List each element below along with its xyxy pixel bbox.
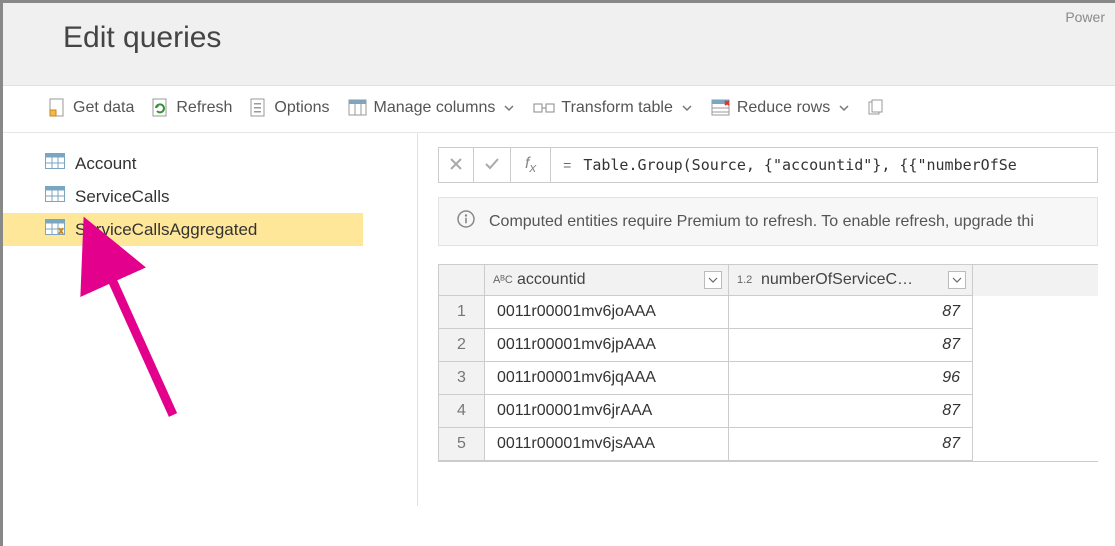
query-label: Account [75,154,136,174]
reduce-rows-icon [711,99,731,117]
cell-value[interactable]: 87 [729,329,973,362]
table-row[interactable]: 5 0011r00001mv6jsAAA 87 [439,428,1098,461]
column-header-accountid[interactable]: AᴮC accountid [485,265,729,296]
query-item-servicecallsaggregated[interactable]: ServiceCallsAggregated [3,213,363,246]
column-header-numberofservicec[interactable]: 1.2 numberOfServiceC… [729,265,973,296]
table-row[interactable]: 4 0011r00001mv6jrAAA 87 [439,395,1098,428]
main-split: Account ServiceCalls ServiceCallsAggrega… [3,133,1115,506]
column-filter-button[interactable] [948,271,966,289]
text-type-icon: AᴮC [493,275,511,285]
cell-accountid[interactable]: 0011r00001mv6jrAAA [485,395,729,428]
table-row[interactable]: 1 0011r00001mv6joAAA 87 [439,296,1098,329]
table-header-row: AᴮC accountid 1.2 numberOfServiceC… [439,265,1098,296]
query-item-servicecalls[interactable]: ServiceCalls [3,180,417,213]
content-pane: fx = Table.Group(Source, {"accountid"}, … [418,133,1115,506]
number-type-icon: 1.2 [737,275,755,285]
manage-columns-label: Manage columns [374,99,496,117]
row-number: 4 [439,395,485,428]
transform-table-button[interactable]: Transform table [527,95,704,121]
fx-icon: fx [525,155,536,175]
chevron-down-icon [681,102,693,114]
cell-value[interactable]: 87 [729,428,973,461]
info-text: Computed entities require Premium to ref… [489,213,1034,231]
page-title: Edit queries [63,21,1115,55]
cell-value[interactable]: 87 [729,395,973,428]
cell-accountid[interactable]: 0011r00001mv6joAAA [485,296,729,329]
formula-bar: fx = Table.Group(Source, {"accountid"}, … [438,147,1098,183]
computed-table-icon [45,219,65,240]
formula-fx-label: fx [511,148,551,182]
options-label: Options [274,99,329,117]
query-label: ServiceCallsAggregated [75,220,257,240]
more-button[interactable] [862,95,896,121]
cell-accountid[interactable]: 0011r00001mv6jqAAA [485,362,729,395]
get-data-button[interactable]: Get data [43,94,146,122]
reduce-rows-button[interactable]: Reduce rows [705,95,862,121]
close-icon [449,157,463,174]
cell-accountid[interactable]: 0011r00001mv6jpAAA [485,329,729,362]
premium-info-banner: Computed entities require Premium to ref… [438,197,1098,246]
queries-pane: Account ServiceCalls ServiceCallsAggrega… [3,133,418,506]
data-table: AᴮC accountid 1.2 numberOfServiceC… 1 00… [438,264,1098,462]
table-icon [45,186,65,207]
cell-value[interactable]: 96 [729,362,973,395]
table-columns-icon [348,99,368,117]
formula-equals: = [551,148,583,182]
manage-columns-button[interactable]: Manage columns [342,95,528,121]
row-number: 1 [439,296,485,329]
query-label: ServiceCalls [75,187,169,207]
options-icon [250,98,268,118]
row-number: 2 [439,329,485,362]
transform-icon [533,99,555,117]
info-icon [457,210,475,233]
refresh-label: Refresh [176,99,232,117]
formula-cancel-button[interactable] [439,148,474,182]
column-name: accountid [517,271,586,289]
refresh-button[interactable]: Refresh [146,94,244,122]
chevron-down-icon [838,102,850,114]
cell-value[interactable]: 87 [729,296,973,329]
column-name: numberOfServiceC… [761,271,913,289]
get-data-label: Get data [73,99,134,117]
cell-accountid[interactable]: 0011r00001mv6jsAAA [485,428,729,461]
column-filter-button[interactable] [704,271,722,289]
table-icon [45,153,65,174]
options-button[interactable]: Options [244,94,341,122]
formula-input[interactable]: Table.Group(Source, {"accountid"}, {{"nu… [583,148,1097,182]
toolbar: Get data Refresh Options Manage columns … [3,86,1115,133]
header: Edit queries Power [3,3,1115,86]
table-row[interactable]: 3 0011r00001mv6jqAAA 96 [439,362,1098,395]
refresh-icon [152,98,170,118]
brand-label: Power [1065,9,1105,25]
check-icon [484,157,500,174]
reduce-rows-label: Reduce rows [737,99,830,117]
table-row[interactable]: 2 0011r00001mv6jpAAA 87 [439,329,1098,362]
formula-commit-button[interactable] [474,148,511,182]
transform-table-label: Transform table [561,99,672,117]
page-plus-icon [49,98,67,118]
more-icon [868,99,884,117]
row-number: 3 [439,362,485,395]
row-number: 5 [439,428,485,461]
chevron-down-icon [503,102,515,114]
query-item-account[interactable]: Account [3,147,417,180]
rownum-header [439,265,485,296]
